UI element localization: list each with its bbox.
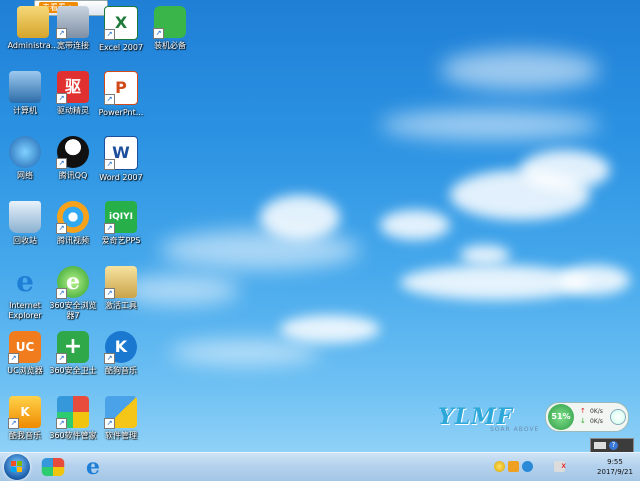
- download-arrow-icon: ↓: [580, 417, 586, 425]
- desktop-icon-activation-tool[interactable]: ↗ 激活工具: [90, 266, 152, 311]
- shortcut-arrow-icon: ↗: [104, 94, 115, 105]
- broadband-icon: ↗: [56, 6, 89, 39]
- volume-muted-icon[interactable]: x: [554, 461, 566, 472]
- cloud: [380, 210, 450, 240]
- 360-guard-icon: + ↗: [56, 331, 89, 364]
- shortcut-arrow-icon: ↗: [56, 28, 67, 39]
- ylmf-tagline: SOAR ABOVE: [490, 426, 540, 433]
- shortcut-arrow-icon: ↗: [56, 93, 67, 104]
- memory-usage-ring[interactable]: 51%: [548, 404, 574, 430]
- clock-date: 2017/9/21: [597, 468, 633, 476]
- shopping-bag-icon: ↗: [153, 6, 186, 39]
- cloud: [160, 230, 360, 270]
- desktop-icon-word[interactable]: W ↗ Word 2007: [90, 136, 152, 183]
- shortcut-arrow-icon: ↗: [56, 353, 67, 364]
- desktop-icon-powerpoint[interactable]: P ↗ PowerPnt...: [90, 71, 152, 118]
- internet-explorer-icon: e: [16, 265, 34, 298]
- shortcut-arrow-icon: ↗: [56, 223, 67, 234]
- excel-icon: X ↗: [104, 6, 138, 40]
- cloud: [170, 340, 320, 365]
- cloud: [380, 110, 600, 140]
- uc-browser-icon: UC ↗: [8, 331, 41, 364]
- help-icon[interactable]: ?: [609, 441, 618, 450]
- icon-label: Word 2007: [99, 173, 143, 182]
- desktop-icon-kugou[interactable]: K ↗ 酷狗音乐: [90, 331, 152, 376]
- computer-icon: [9, 71, 41, 103]
- 360-browser-icon: e ↗: [56, 266, 89, 299]
- rocket-ball-icon[interactable]: [610, 409, 626, 425]
- tencent-video-icon: ↗: [56, 201, 89, 234]
- recycle-bin-icon: [9, 201, 41, 233]
- kuwo-icon: K ↗: [8, 396, 41, 429]
- network-speed-widget[interactable]: 51% ↑ 0K/s ↓ 0K/s: [545, 402, 629, 432]
- upload-speed: 0K/s: [590, 408, 603, 415]
- icon-label: 酷狗音乐: [105, 366, 137, 375]
- icon-label: 爱奇艺PPS: [101, 236, 141, 245]
- keyboard-icon[interactable]: [594, 442, 606, 449]
- shortcut-arrow-icon: ↗: [104, 353, 115, 364]
- powerpoint-icon: P ↗: [104, 71, 138, 105]
- shortcut-arrow-icon: ↗: [56, 158, 67, 169]
- activation-tool-icon: ↗: [104, 266, 137, 299]
- software-manager-icon: ↗: [104, 396, 137, 429]
- icon-label: PowerPnt...: [98, 108, 144, 117]
- shortcut-arrow-icon: ↗: [56, 288, 67, 299]
- media-player-icon[interactable]: [41, 458, 65, 476]
- taskbar-clock[interactable]: 9:55 2017/9/21: [592, 457, 638, 477]
- cloud: [460, 245, 510, 265]
- desktop-wallpaper: 去看看 > Administra... ↗ 宽带连接 X↗ Excel 2007…: [0, 0, 640, 452]
- word-icon: W ↗: [104, 136, 138, 170]
- windows-start-icon[interactable]: [4, 454, 30, 480]
- desktop-icon-iqiyi[interactable]: iQIYI ↗ 爱奇艺PPS: [90, 201, 152, 246]
- shortcut-arrow-icon: ↗: [104, 159, 115, 170]
- kugou-icon: K ↗: [104, 331, 137, 364]
- ylmf-logo: YLMF SOAR ABOVE: [438, 404, 548, 440]
- shortcut-arrow-icon: ↗: [153, 28, 164, 39]
- qq-penguin-icon: ↗: [56, 136, 89, 169]
- download-speed: 0K/s: [590, 418, 603, 425]
- network-icon: [9, 136, 41, 168]
- language-bar[interactable]: ?: [590, 438, 634, 452]
- tray-app-icon[interactable]: [508, 461, 519, 472]
- upload-arrow-icon: ↑: [580, 407, 586, 415]
- clock-time: 9:55: [607, 458, 623, 466]
- shortcut-arrow-icon: ↗: [104, 29, 115, 40]
- icon-label: 激活工具: [105, 301, 137, 310]
- shortcut-arrow-icon: ↗: [8, 418, 19, 429]
- windows-flag-icon: [11, 461, 23, 473]
- shortcut-arrow-icon: ↗: [104, 223, 115, 234]
- cloud: [560, 265, 630, 295]
- guard-shield-icon[interactable]: [494, 461, 505, 472]
- cloud: [520, 150, 610, 190]
- shortcut-arrow-icon: ↗: [104, 288, 115, 299]
- cloud: [280, 315, 380, 343]
- shortcut-arrow-icon: ↗: [8, 353, 19, 364]
- icon-label: 软件管理: [105, 431, 137, 440]
- driver-genius-icon: 驱 ↗: [56, 71, 89, 104]
- network-tray-icon[interactable]: [522, 461, 533, 472]
- cloud: [440, 50, 600, 90]
- 360-software-icon: ↗: [56, 396, 89, 429]
- shortcut-arrow-icon: ↗: [56, 418, 67, 429]
- icon-label: 装机必备: [154, 41, 186, 50]
- taskbar: e x 9:55 2017/9/21: [0, 452, 640, 481]
- desktop-icon-essentials[interactable]: ↗ 装机必备: [139, 6, 201, 51]
- desktop-icon-software-manager[interactable]: ↗ 软件管理: [90, 396, 152, 441]
- internet-explorer-icon[interactable]: e: [78, 455, 108, 479]
- shortcut-arrow-icon: ↗: [104, 418, 115, 429]
- iqiyi-icon: iQIYI ↗: [104, 201, 137, 234]
